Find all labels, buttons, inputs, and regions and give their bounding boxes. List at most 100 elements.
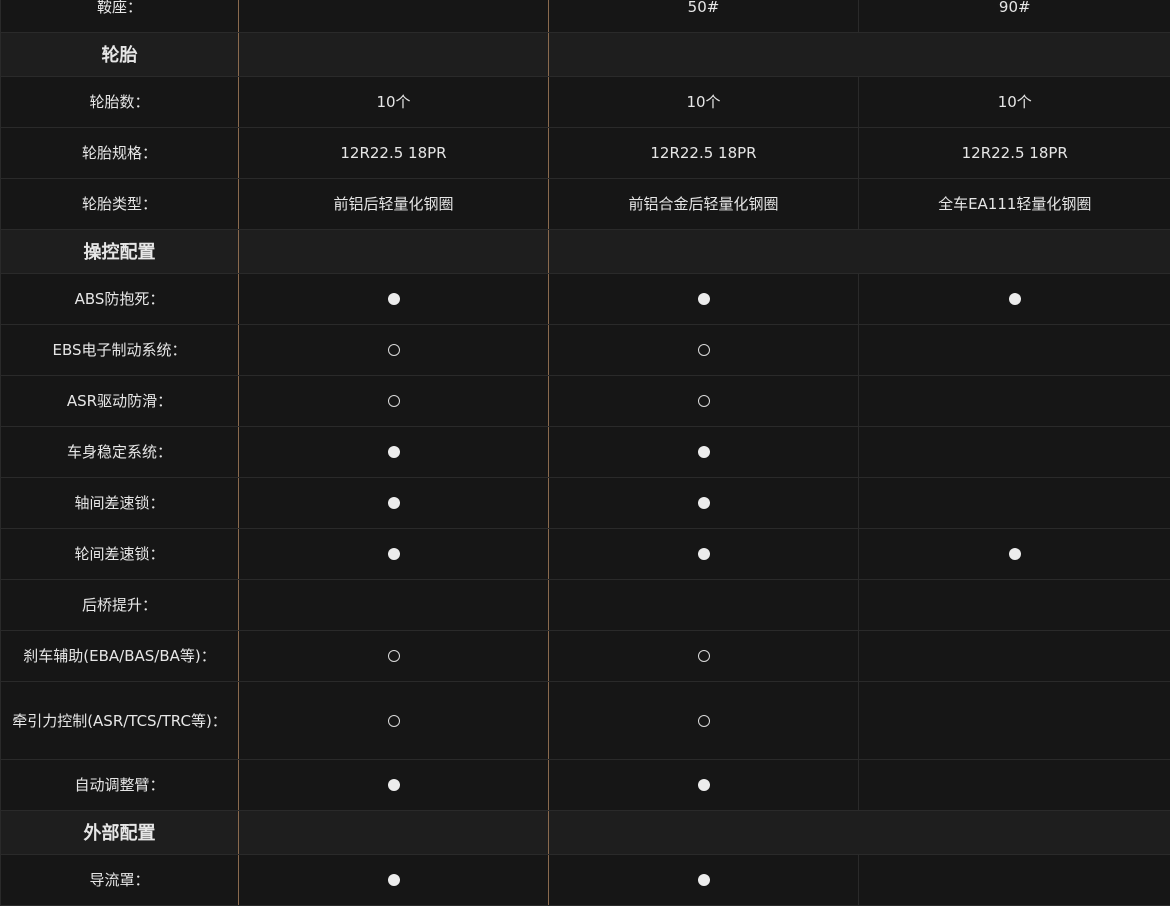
spec-label: ASR驱动防滑： bbox=[1, 375, 239, 426]
spec-value bbox=[859, 854, 1170, 905]
spec-row: 自动调整臂： bbox=[1, 759, 1170, 810]
hollow-circle-icon bbox=[388, 715, 400, 727]
spec-value bbox=[239, 579, 549, 630]
hollow-circle-icon bbox=[698, 715, 710, 727]
section-title: 轮胎 bbox=[1, 32, 239, 76]
hollow-circle-icon bbox=[388, 344, 400, 356]
hollow-circle-icon bbox=[698, 650, 710, 662]
spec-row: 牵引力控制(ASR/TCS/TRC等)： bbox=[1, 681, 1170, 759]
spec-row: EBS电子制动系统： bbox=[1, 324, 1170, 375]
hollow-circle-icon bbox=[698, 395, 710, 407]
spec-label: 车身稳定系统： bbox=[1, 426, 239, 477]
filled-circle-icon bbox=[698, 293, 710, 305]
hollow-circle-icon bbox=[388, 395, 400, 407]
spec-value bbox=[859, 477, 1170, 528]
spec-row: ASR驱动防滑： bbox=[1, 375, 1170, 426]
spec-row: 鞍座：50#90# bbox=[1, 0, 1170, 32]
optional-feature-circle bbox=[239, 630, 549, 681]
filled-circle-icon bbox=[1009, 293, 1021, 305]
filled-circle-icon bbox=[698, 548, 710, 560]
spec-value: 12R22.5 18PR bbox=[549, 127, 859, 178]
spec-row: 导流罩： bbox=[1, 854, 1170, 905]
standard-feature-dot bbox=[239, 426, 549, 477]
standard-feature-dot bbox=[549, 759, 859, 810]
filled-circle-icon bbox=[388, 548, 400, 560]
filled-circle-icon bbox=[698, 779, 710, 791]
section-blank-cell bbox=[239, 810, 549, 854]
section-blank-cell bbox=[549, 32, 1170, 76]
standard-feature-dot bbox=[549, 477, 859, 528]
filled-circle-icon bbox=[388, 497, 400, 509]
spec-row: 轮胎数：10个10个10个 bbox=[1, 76, 1170, 127]
spec-value: 前铝后轻量化钢圈 bbox=[239, 178, 549, 229]
section-title: 外部配置 bbox=[1, 810, 239, 854]
section-blank-cell bbox=[239, 32, 549, 76]
spec-value bbox=[859, 759, 1170, 810]
spec-row: 轮间差速锁： bbox=[1, 528, 1170, 579]
spec-value bbox=[859, 579, 1170, 630]
section-title: 操控配置 bbox=[1, 229, 239, 273]
filled-circle-icon bbox=[1009, 548, 1021, 560]
spec-value bbox=[859, 324, 1170, 375]
filled-circle-icon bbox=[388, 446, 400, 458]
spec-label: 鞍座： bbox=[1, 0, 239, 32]
spec-value bbox=[859, 630, 1170, 681]
spec-row: ABS防抱死： bbox=[1, 273, 1170, 324]
optional-feature-circle bbox=[549, 681, 859, 759]
spec-label: 轮胎规格： bbox=[1, 127, 239, 178]
spec-value bbox=[549, 579, 859, 630]
optional-feature-circle bbox=[239, 375, 549, 426]
spec-row: 轮胎规格：12R22.5 18PR12R22.5 18PR12R22.5 18P… bbox=[1, 127, 1170, 178]
spec-label: 轮胎数： bbox=[1, 76, 239, 127]
spec-label: 牵引力控制(ASR/TCS/TRC等)： bbox=[1, 681, 239, 759]
standard-feature-dot bbox=[549, 528, 859, 579]
spec-row: 后桥提升： bbox=[1, 579, 1170, 630]
section-blank-cell bbox=[549, 229, 1170, 273]
standard-feature-dot bbox=[239, 759, 549, 810]
spec-label: 后桥提升： bbox=[1, 579, 239, 630]
spec-value: 12R22.5 18PR bbox=[239, 127, 549, 178]
spec-row: 轴间差速锁： bbox=[1, 477, 1170, 528]
spec-value bbox=[239, 0, 549, 32]
spec-label: EBS电子制动系统： bbox=[1, 324, 239, 375]
standard-feature-dot bbox=[549, 854, 859, 905]
spec-row: 轮胎类型：前铝后轻量化钢圈前铝合金后轻量化钢圈全车EA111轻量化钢圈 bbox=[1, 178, 1170, 229]
section-blank-cell bbox=[239, 229, 549, 273]
spec-value bbox=[859, 426, 1170, 477]
filled-circle-icon bbox=[388, 779, 400, 791]
spec-value: 12R22.5 18PR bbox=[859, 127, 1170, 178]
spec-row: 车身稳定系统： bbox=[1, 426, 1170, 477]
section-header-row: 操控配置 bbox=[1, 229, 1170, 273]
filled-circle-icon bbox=[698, 874, 710, 886]
spec-value: 10个 bbox=[859, 76, 1170, 127]
spec-label: 轮间差速锁： bbox=[1, 528, 239, 579]
spec-value: 全车EA111轻量化钢圈 bbox=[859, 178, 1170, 229]
standard-feature-dot bbox=[239, 273, 549, 324]
standard-feature-dot bbox=[859, 273, 1170, 324]
spec-label: ABS防抱死： bbox=[1, 273, 239, 324]
spec-value: 10个 bbox=[549, 76, 859, 127]
optional-feature-circle bbox=[239, 681, 549, 759]
standard-feature-dot bbox=[549, 426, 859, 477]
section-header-row: 外部配置 bbox=[1, 810, 1170, 854]
hollow-circle-icon bbox=[388, 650, 400, 662]
filled-circle-icon bbox=[698, 446, 710, 458]
section-blank-cell bbox=[549, 810, 1170, 854]
optional-feature-circle bbox=[549, 630, 859, 681]
filled-circle-icon bbox=[388, 874, 400, 886]
spec-value bbox=[859, 375, 1170, 426]
section-header-row: 轮胎 bbox=[1, 32, 1170, 76]
spec-value: 50# bbox=[549, 0, 859, 32]
spec-value bbox=[859, 681, 1170, 759]
spec-label: 轴间差速锁： bbox=[1, 477, 239, 528]
spec-label: 轮胎类型： bbox=[1, 178, 239, 229]
filled-circle-icon bbox=[698, 497, 710, 509]
spec-label: 导流罩： bbox=[1, 854, 239, 905]
spec-table: 鞍座：50#90#轮胎轮胎数：10个10个10个轮胎规格：12R22.5 18P… bbox=[0, 0, 1170, 906]
standard-feature-dot bbox=[239, 854, 549, 905]
standard-feature-dot bbox=[859, 528, 1170, 579]
spec-value: 10个 bbox=[239, 76, 549, 127]
spec-label: 自动调整臂： bbox=[1, 759, 239, 810]
filled-circle-icon bbox=[388, 293, 400, 305]
standard-feature-dot bbox=[549, 273, 859, 324]
